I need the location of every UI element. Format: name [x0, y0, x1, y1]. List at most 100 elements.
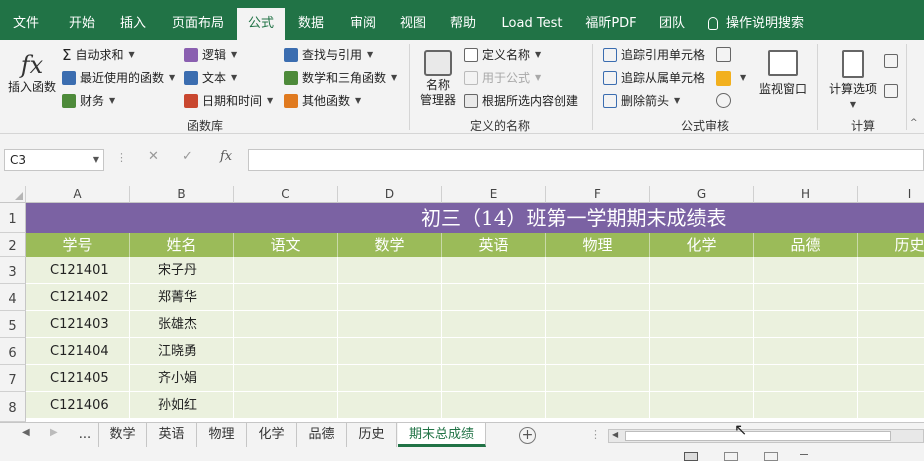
- table-cell[interactable]: [754, 257, 858, 284]
- title-cell[interactable]: 初三（14）班第一学期期末成绩表: [26, 203, 924, 233]
- header-cell-chemistry[interactable]: 化学: [650, 233, 754, 257]
- autosum-button[interactable]: Σ 自动求和 ▼: [62, 47, 135, 63]
- table-cell[interactable]: [338, 365, 442, 392]
- table-cell[interactable]: [442, 284, 546, 311]
- sheet-tab-english[interactable]: 英语: [147, 423, 197, 447]
- row-header-4[interactable]: 4: [0, 284, 26, 311]
- table-cell[interactable]: [234, 257, 338, 284]
- table-cell[interactable]: [754, 284, 858, 311]
- tab-team[interactable]: 团队: [652, 8, 692, 40]
- recent-functions-button[interactable]: 最近使用的函数 ▼: [62, 70, 175, 86]
- table-cell[interactable]: [858, 257, 924, 284]
- table-cell[interactable]: [338, 284, 442, 311]
- table-cell[interactable]: [546, 284, 650, 311]
- table-cell[interactable]: [234, 392, 338, 419]
- select-all-corner[interactable]: [0, 186, 26, 203]
- row-header-3[interactable]: 3: [0, 257, 26, 284]
- tab-file[interactable]: 文件: [6, 8, 46, 40]
- table-cell[interactable]: [546, 365, 650, 392]
- table-cell[interactable]: [546, 392, 650, 419]
- column-header-d[interactable]: D: [338, 186, 442, 203]
- trace-precedents-button[interactable]: 追踪引用单元格: [603, 47, 705, 63]
- normal-view-icon[interactable]: [684, 452, 698, 461]
- lookup-button[interactable]: 查找与引用 ▼: [284, 47, 373, 63]
- cancel-icon[interactable]: ✕: [148, 149, 179, 164]
- table-cell[interactable]: [338, 338, 442, 365]
- table-cell[interactable]: [546, 338, 650, 365]
- column-header-h[interactable]: H: [754, 186, 858, 203]
- table-cell[interactable]: [546, 311, 650, 338]
- tab-insert[interactable]: 插入: [113, 8, 153, 40]
- scroll-left-icon[interactable]: ◀: [612, 430, 618, 439]
- table-cell[interactable]: [754, 365, 858, 392]
- header-cell-physics[interactable]: 物理: [546, 233, 650, 257]
- evaluate-formula-button[interactable]: [716, 93, 735, 108]
- sheet-tab-chemistry[interactable]: 化学: [247, 423, 297, 447]
- insert-function-icon[interactable]: fx: [220, 149, 232, 164]
- remove-arrows-button[interactable]: 删除箭头 ▼: [603, 93, 680, 109]
- confirm-icon[interactable]: ✓: [182, 149, 213, 164]
- chevron-down-icon[interactable]: ▼: [93, 150, 99, 170]
- row-header-5[interactable]: 5: [0, 311, 26, 338]
- insert-function-button[interactable]: fx 插入函数: [6, 50, 58, 95]
- zoom-out-icon[interactable]: [800, 454, 808, 455]
- table-cell[interactable]: [858, 284, 924, 311]
- table-cell[interactable]: [442, 365, 546, 392]
- header-cell-morality[interactable]: 品德: [754, 233, 858, 257]
- header-cell-math[interactable]: 数学: [338, 233, 442, 257]
- table-cell[interactable]: [442, 311, 546, 338]
- table-cell[interactable]: C121404: [26, 338, 130, 365]
- tab-foxit-pdf[interactable]: 福昕PDF: [581, 8, 641, 40]
- more-sheets-ellipsis[interactable]: ...: [72, 423, 98, 447]
- name-box[interactable]: C3 ▼: [4, 149, 104, 171]
- row-header-8[interactable]: 8: [0, 392, 26, 422]
- tab-view[interactable]: 视图: [393, 8, 433, 40]
- table-cell[interactable]: [234, 284, 338, 311]
- table-cell[interactable]: C121402: [26, 284, 130, 311]
- table-cell[interactable]: [650, 338, 754, 365]
- formula-input[interactable]: [248, 149, 924, 171]
- datetime-button[interactable]: 日期和时间 ▼: [184, 93, 273, 109]
- calculation-options-button[interactable]: 计算选项 ▼: [825, 50, 881, 112]
- table-cell[interactable]: C121406: [26, 392, 130, 419]
- table-cell[interactable]: [650, 257, 754, 284]
- sheet-tab-morality[interactable]: 品德: [297, 423, 347, 447]
- text-button[interactable]: 文本 ▼: [184, 70, 237, 86]
- table-cell[interactable]: 宋子丹: [130, 257, 234, 284]
- table-cell[interactable]: C121401: [26, 257, 130, 284]
- add-sheet-button[interactable]: +: [519, 427, 536, 444]
- column-header-f[interactable]: F: [546, 186, 650, 203]
- column-header-i[interactable]: I: [858, 186, 924, 203]
- table-cell[interactable]: 江晓勇: [130, 338, 234, 365]
- table-cell[interactable]: [650, 284, 754, 311]
- row-header-6[interactable]: 6: [0, 338, 26, 365]
- math-button[interactable]: 数学和三角函数 ▼: [284, 70, 397, 86]
- tab-home[interactable]: 开始: [62, 8, 102, 40]
- use-in-formula-button[interactable]: 用于公式 ▼: [464, 70, 541, 86]
- column-header-e[interactable]: E: [442, 186, 546, 203]
- table-cell[interactable]: 郑菁华: [130, 284, 234, 311]
- sheet-tab-math[interactable]: 数学: [99, 423, 147, 447]
- header-cell-chinese[interactable]: 语文: [234, 233, 338, 257]
- logical-button[interactable]: 逻辑 ▼: [184, 47, 237, 63]
- table-cell[interactable]: 孙如红: [130, 392, 234, 419]
- table-cell[interactable]: [338, 257, 442, 284]
- define-name-button[interactable]: 定义名称 ▼: [464, 47, 541, 63]
- table-cell[interactable]: [754, 338, 858, 365]
- table-cell[interactable]: [858, 311, 924, 338]
- scrollbar-thumb[interactable]: [625, 431, 891, 441]
- page-break-view-icon[interactable]: [764, 452, 778, 461]
- header-cell-name[interactable]: 姓名: [130, 233, 234, 257]
- table-cell[interactable]: C121403: [26, 311, 130, 338]
- table-cell[interactable]: [754, 392, 858, 419]
- table-cell[interactable]: [650, 392, 754, 419]
- sheet-tab-history[interactable]: 历史: [347, 423, 397, 447]
- column-header-b[interactable]: B: [130, 186, 234, 203]
- table-cell[interactable]: [234, 338, 338, 365]
- show-formulas-button[interactable]: [716, 47, 735, 62]
- tab-load-test[interactable]: Load Test: [497, 8, 567, 40]
- splitter-dots-icon[interactable]: ⋮: [590, 428, 601, 441]
- tab-page-layout[interactable]: 页面布局: [167, 8, 229, 40]
- calculate-now-button[interactable]: [884, 54, 902, 68]
- table-cell[interactable]: [858, 365, 924, 392]
